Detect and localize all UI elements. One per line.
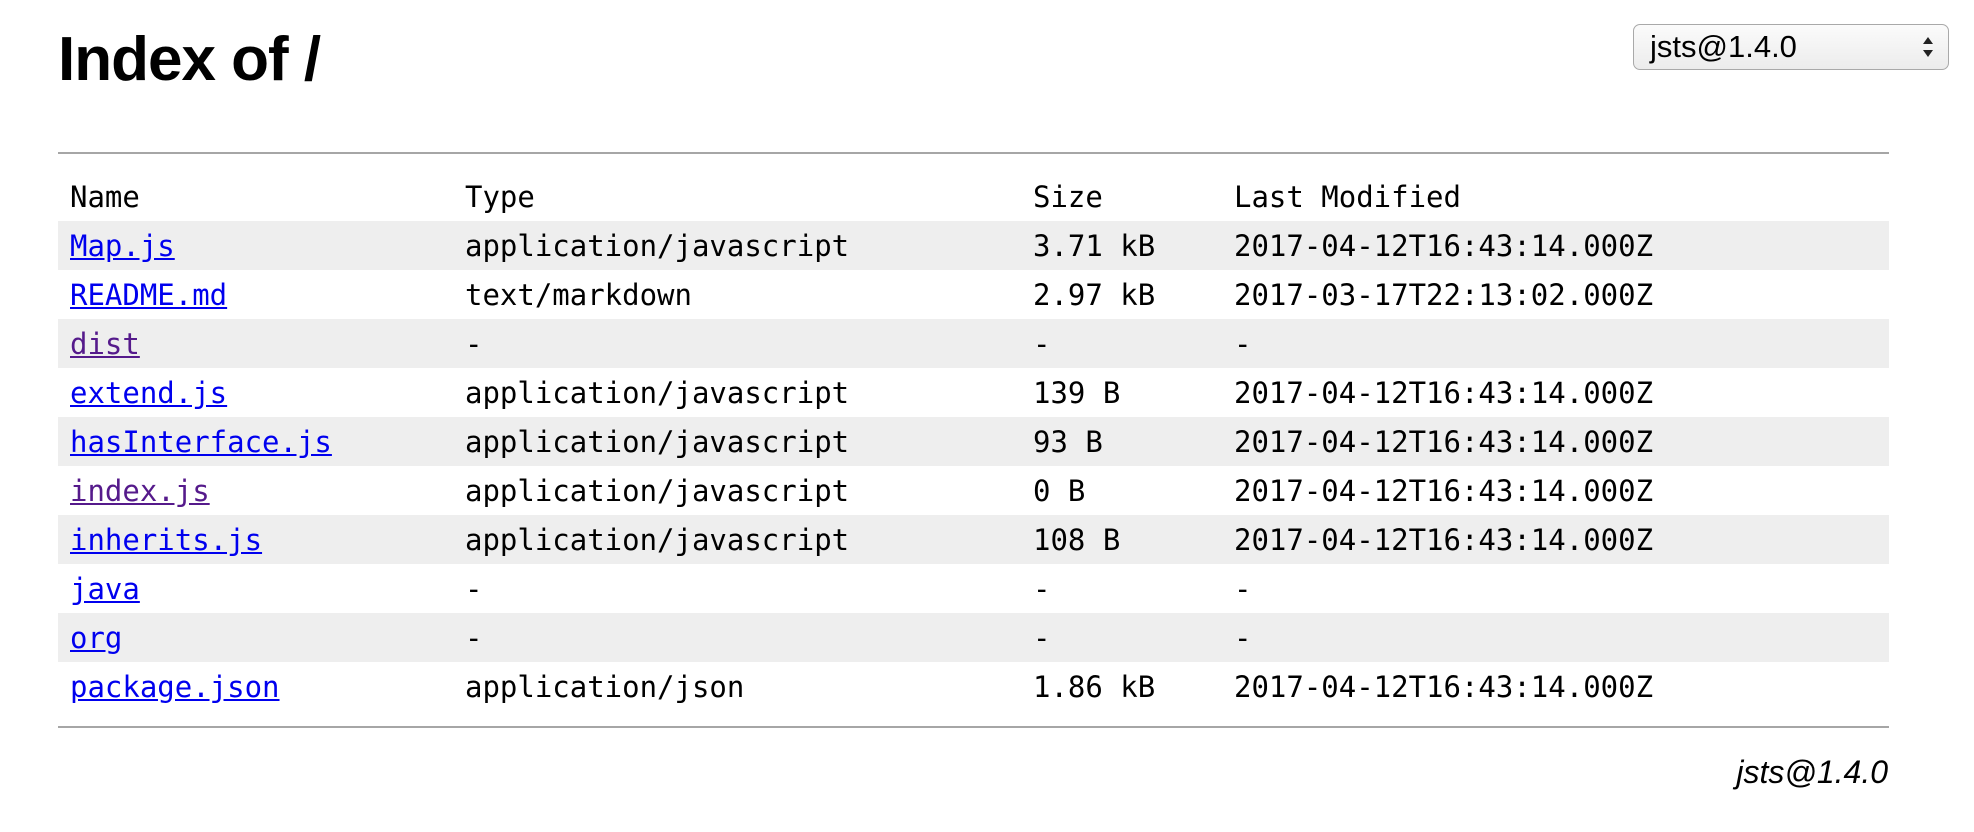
cell-name: README.md	[58, 270, 453, 319]
table-row: README.md text/markdown 2.97 kB 2017-03-17T…	[58, 270, 1889, 319]
table-body: Map.js application/javascript 3.71 kB 2017-…	[58, 221, 1889, 711]
cell-name: inherits.js	[58, 515, 453, 564]
cell-type: text/markdown	[465, 277, 692, 312]
cell-type: application/javascript	[465, 473, 850, 508]
cell-size: 1.86 kB	[1033, 669, 1156, 704]
file-listing-table: Name Type Size Last Modified Map.js appli…	[58, 173, 1889, 711]
cell-size: 0 B	[1033, 473, 1086, 508]
header-size: Size	[1033, 180, 1103, 214]
table-row: java - - -	[58, 564, 1889, 613]
table-row: extend.js application/javascript 139 B 2017…	[58, 368, 1889, 417]
cell-type: -	[465, 620, 483, 655]
header-type: Type	[465, 180, 535, 214]
select-arrows-icon	[1923, 37, 1933, 57]
version-select-value: jsts@1.4.0	[1650, 29, 1797, 64]
cell-last-modified: 2017-04-12T16:43:14.000Z	[1234, 375, 1654, 410]
cell-name: Map.js	[58, 221, 453, 270]
cell-last-modified: -	[1234, 326, 1252, 361]
version-select[interactable]: jsts@1.4.0	[1633, 24, 1949, 70]
file-link[interactable]: java	[70, 572, 140, 606]
cell-type: -	[465, 326, 483, 361]
file-link[interactable]: README.md	[70, 278, 227, 312]
cell-name: java	[58, 564, 453, 613]
file-link[interactable]: inherits.js	[70, 523, 262, 557]
cell-name: org	[58, 613, 453, 662]
cell-name: index.js	[58, 466, 453, 515]
table-row: org - - -	[58, 613, 1889, 662]
cell-name: extend.js	[58, 368, 453, 417]
file-link[interactable]: package.json	[70, 670, 280, 704]
top-divider	[58, 152, 1889, 154]
cell-size: -	[1033, 571, 1051, 606]
cell-size: 139 B	[1033, 375, 1121, 410]
cell-last-modified: 2017-04-12T16:43:14.000Z	[1234, 522, 1654, 557]
file-link[interactable]: hasInterface.js	[70, 425, 332, 459]
file-link[interactable]: index.js	[70, 474, 210, 508]
page-title: Index of /	[58, 25, 321, 94]
cell-name: package.json	[58, 662, 453, 711]
file-link[interactable]: Map.js	[70, 229, 175, 263]
cell-size: 2.97 kB	[1033, 277, 1156, 312]
cell-type: application/json	[465, 669, 745, 704]
cell-last-modified: -	[1234, 620, 1252, 655]
table-header-row: Name Type Size Last Modified	[58, 173, 1889, 221]
bottom-divider	[58, 726, 1889, 728]
cell-type: application/javascript	[465, 228, 850, 263]
cell-size: -	[1033, 620, 1051, 655]
cell-last-modified: 2017-04-12T16:43:14.000Z	[1234, 228, 1654, 263]
cell-size: 3.71 kB	[1033, 228, 1156, 263]
header-name: Name	[70, 180, 140, 214]
file-link[interactable]: dist	[70, 327, 140, 361]
cell-type: application/javascript	[465, 375, 850, 410]
cell-name: hasInterface.js	[58, 417, 453, 466]
file-link[interactable]: org	[70, 621, 122, 655]
table-row: hasInterface.js application/javascript 93 …	[58, 417, 1889, 466]
file-link[interactable]: extend.js	[70, 376, 227, 410]
cell-type: application/javascript	[465, 424, 850, 459]
cell-size: 93 B	[1033, 424, 1103, 459]
cell-last-modified: 2017-04-12T16:43:14.000Z	[1234, 473, 1654, 508]
footer-version: jsts@1.4.0	[1736, 754, 1888, 790]
cell-size: -	[1033, 326, 1051, 361]
table-row: dist - - -	[58, 319, 1889, 368]
header-last-modified: Last Modified	[1234, 180, 1461, 214]
cell-last-modified: 2017-04-12T16:43:14.000Z	[1234, 424, 1654, 459]
table-row: Map.js application/javascript 3.71 kB 2017-…	[58, 221, 1889, 270]
cell-type: application/javascript	[465, 522, 850, 557]
cell-last-modified: 2017-04-12T16:43:14.000Z	[1234, 669, 1654, 704]
cell-last-modified: -	[1234, 571, 1252, 606]
table-row: package.json application/json 1.86 kB 2017-…	[58, 662, 1889, 711]
cell-size: 108 B	[1033, 522, 1121, 557]
cell-type: -	[465, 571, 483, 606]
cell-last-modified: 2017-03-17T22:13:02.000Z	[1234, 277, 1654, 312]
table-row: inherits.js application/javascript 108 B 20…	[58, 515, 1889, 564]
table-row: index.js application/javascript 0 B 2017-04…	[58, 466, 1889, 515]
cell-name: dist	[58, 319, 453, 368]
